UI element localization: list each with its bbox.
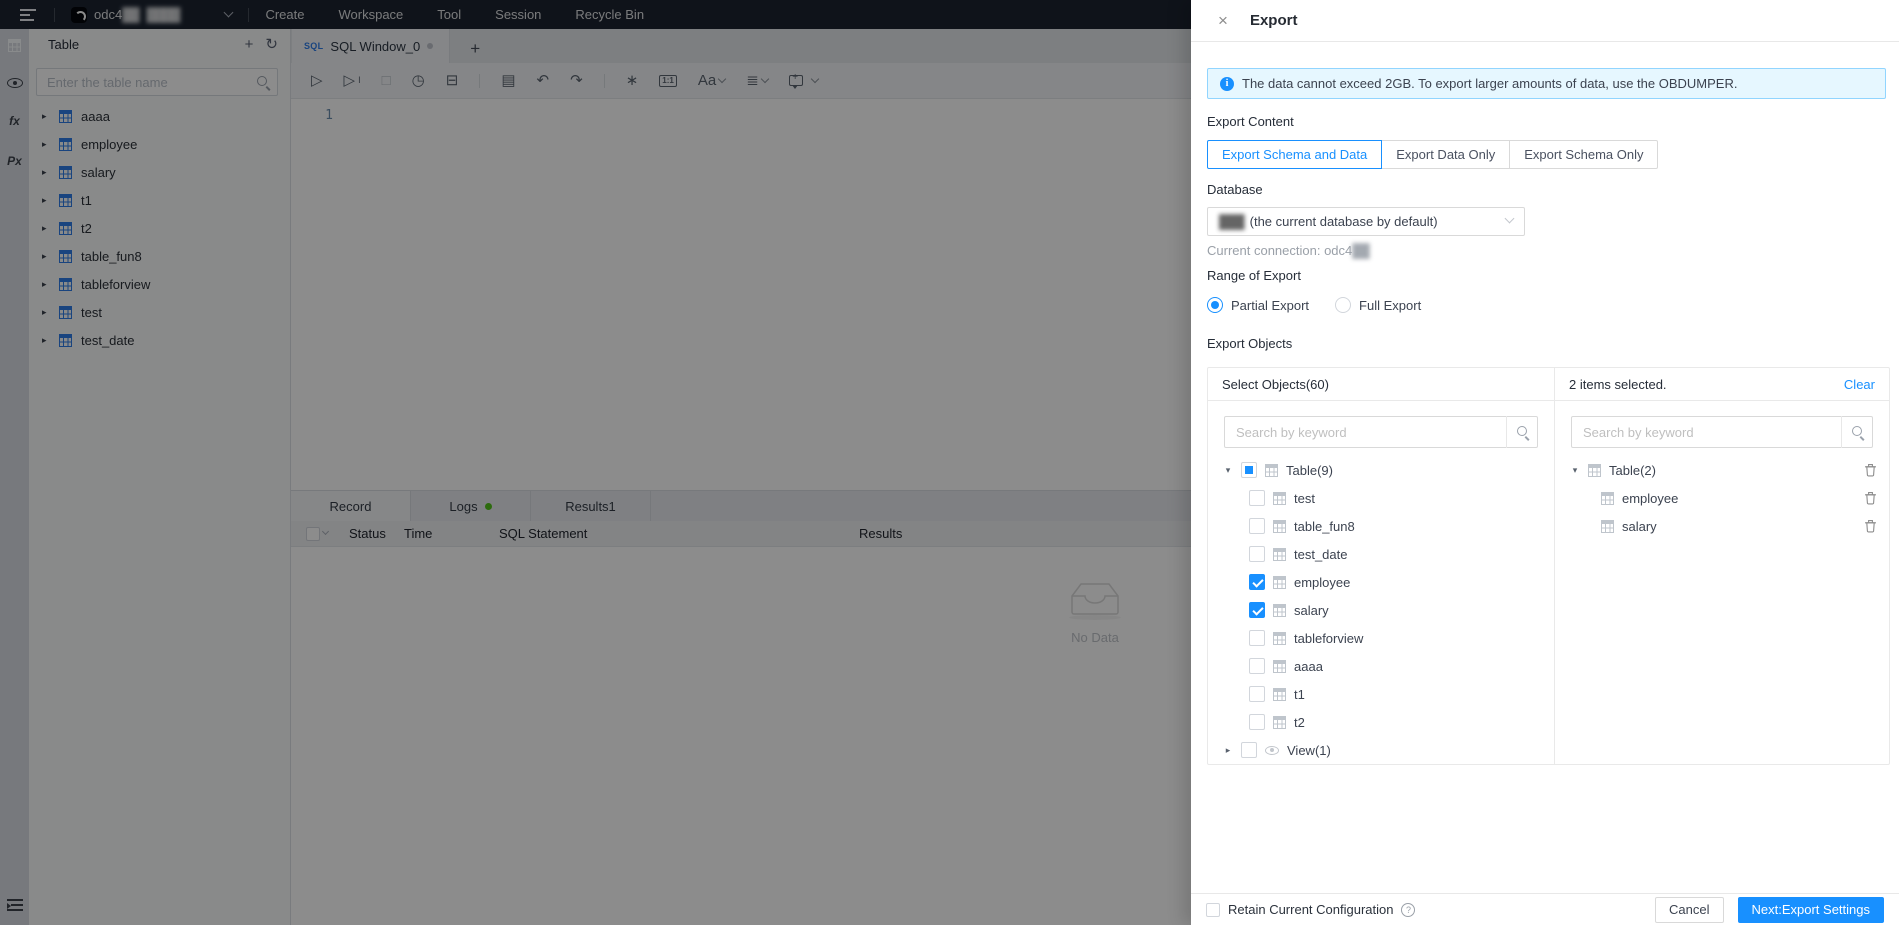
export-content-label: Export Content — [1207, 114, 1294, 129]
table-icon — [1273, 687, 1286, 701]
table-icon — [1273, 603, 1286, 617]
checkbox[interactable] — [1249, 546, 1265, 562]
table-icon — [1273, 491, 1286, 505]
radio-icon — [1335, 297, 1352, 313]
radio-full-export[interactable]: Full Export — [1335, 297, 1421, 313]
table-icon — [1273, 715, 1286, 729]
export-objects-label: Export Objects — [1207, 336, 1293, 351]
option-export-data-only[interactable]: Export Data Only — [1381, 140, 1511, 169]
tree-node-table[interactable]: salary — [1208, 596, 1554, 624]
tree-node-table[interactable]: aaaa — [1208, 652, 1554, 680]
object-selector: Select Objects(60) ▾ Table(9) test — [1208, 368, 1555, 764]
table-icon — [1273, 519, 1286, 533]
selected-node-table[interactable]: employee — [1555, 484, 1889, 512]
delete-icon[interactable] — [1864, 491, 1877, 505]
tree-node-table[interactable]: employee — [1208, 568, 1554, 596]
export-drawer: × Export The data cannot exceed 2GB. To … — [1191, 0, 1899, 925]
range-of-export-label: Range of Export — [1207, 268, 1301, 283]
tree-node-table[interactable]: t1 — [1208, 680, 1554, 708]
radio-partial-export[interactable]: Partial Export — [1207, 297, 1309, 313]
table-icon — [1601, 491, 1614, 505]
radio-icon — [1207, 297, 1223, 313]
checkbox[interactable] — [1249, 686, 1265, 702]
question-circle-icon[interactable] — [1401, 902, 1416, 917]
option-export-schema-and-data[interactable]: Export Schema and Data — [1207, 140, 1383, 169]
search-icon — [1516, 425, 1530, 439]
export-objects-panel: Select Objects(60) ▾ Table(9) test — [1207, 367, 1890, 765]
chevron-down-icon — [1504, 213, 1515, 224]
next-export-settings-button[interactable]: Next:Export Settings — [1737, 896, 1884, 923]
table-icon — [1601, 519, 1614, 533]
database-label: Database — [1207, 182, 1263, 197]
caret-down-icon[interactable]: ▾ — [1570, 465, 1580, 476]
object-search-input[interactable] — [1224, 416, 1538, 448]
table-icon — [1273, 631, 1286, 645]
export-content-group: Export Schema and Data Export Data Only … — [1207, 140, 1659, 169]
checkbox[interactable] — [1249, 630, 1265, 646]
info-alert: The data cannot exceed 2GB. To export la… — [1207, 68, 1886, 99]
database-select[interactable]: ███ (the current database by default) — [1207, 207, 1525, 236]
table-icon — [1273, 547, 1286, 561]
delete-icon[interactable] — [1864, 463, 1877, 477]
range-radio-group: Partial Export Full Export — [1207, 297, 1421, 313]
checkbox[interactable] — [1249, 490, 1265, 506]
checkbox-checked[interactable] — [1249, 602, 1265, 618]
search-icon — [1851, 425, 1865, 439]
view-icon — [1265, 745, 1279, 755]
current-connection-text: Current connection: odc4██ — [1207, 243, 1370, 258]
tree-node-table[interactable]: t2 — [1208, 708, 1554, 736]
checkbox[interactable] — [1249, 714, 1265, 730]
drawer-header: × Export — [1191, 0, 1899, 42]
caret-right-icon[interactable]: ▸ — [1223, 745, 1233, 756]
tree-node-table-group[interactable]: ▾ Table(9) — [1208, 456, 1554, 484]
checkbox[interactable] — [1241, 742, 1257, 758]
selected-tree: ▾ Table(2) employee salary — [1555, 456, 1889, 540]
drawer-footer: Retain Current Configuration Cancel Next… — [1191, 893, 1899, 925]
table-icon — [1265, 463, 1278, 477]
table-icon — [1273, 659, 1286, 673]
table-icon — [1273, 575, 1286, 589]
checkbox-checked[interactable] — [1249, 574, 1265, 590]
selected-node-table[interactable]: salary — [1555, 512, 1889, 540]
retain-config-label: Retain Current Configuration — [1228, 902, 1394, 917]
info-circle-icon — [1220, 76, 1234, 91]
tree-node-table[interactable]: test_date — [1208, 540, 1554, 568]
retain-config-checkbox[interactable] — [1206, 902, 1220, 917]
cancel-button[interactable]: Cancel — [1655, 896, 1724, 923]
selected-objects: 2 items selected. Clear ▾ Table(2) — [1555, 368, 1889, 764]
tree-node-view-group[interactable]: ▸ View(1) — [1208, 736, 1554, 764]
object-tree: ▾ Table(9) test table_fun8 test_date emp… — [1208, 456, 1554, 764]
search-button[interactable] — [1506, 416, 1538, 448]
checkbox-indeterminate[interactable] — [1241, 462, 1257, 478]
checkbox[interactable] — [1249, 518, 1265, 534]
tree-node-table[interactable]: tableforview — [1208, 624, 1554, 652]
search-button[interactable] — [1841, 416, 1873, 448]
select-objects-title: Select Objects(60) — [1222, 376, 1329, 392]
drawer-body: The data cannot exceed 2GB. To export la… — [1191, 42, 1899, 893]
table-icon — [1588, 463, 1601, 477]
clear-link[interactable]: Clear — [1844, 377, 1875, 392]
odc-app: odc4 ██ ████ Create Workspace Tool Sessi… — [0, 0, 1899, 925]
selected-node-table-group[interactable]: ▾ Table(2) — [1555, 456, 1889, 484]
tree-node-table[interactable]: table_fun8 — [1208, 512, 1554, 540]
selected-count-text: 2 items selected. — [1569, 376, 1667, 392]
tree-node-table[interactable]: test — [1208, 484, 1554, 512]
drawer-title: Export — [1249, 12, 1298, 29]
option-export-schema-only[interactable]: Export Schema Only — [1509, 140, 1659, 169]
checkbox[interactable] — [1249, 658, 1265, 674]
selected-search-input[interactable] — [1571, 416, 1873, 448]
delete-icon[interactable] — [1864, 519, 1877, 533]
alert-text: The data cannot exceed 2GB. To export la… — [1242, 76, 1738, 91]
caret-down-icon[interactable]: ▾ — [1223, 465, 1233, 476]
close-icon[interactable]: × — [1218, 12, 1228, 29]
